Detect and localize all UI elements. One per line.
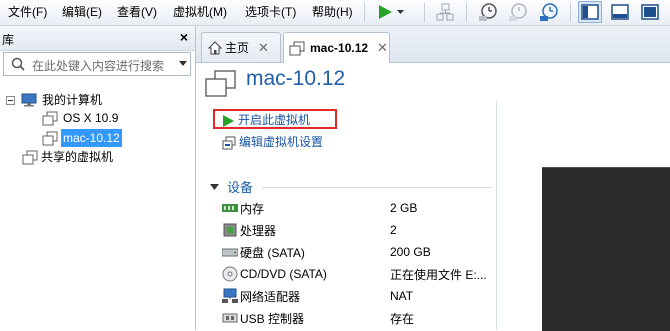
vm-icon (42, 131, 58, 145)
tree-label-mac-10-12: mac-10.12 (61, 129, 122, 147)
close-icon[interactable]: × (180, 29, 188, 45)
library-panel: 库 × 在此处键入内容进行搜索 我的计算机 OS X 10.9 mac-10.1… (0, 26, 196, 330)
revert-snapshot-button[interactable] (506, 2, 530, 22)
column-divider (496, 101, 497, 330)
tree-item-osx-10-9[interactable]: OS X 10.9 (42, 109, 118, 127)
menubar: 文件(F) 编辑(E) 查看(V) 虚拟机(M) 选项卡(T) 帮助(H) (0, 0, 670, 26)
network-icon (222, 288, 238, 303)
edit-settings-label: 编辑虚拟机设置 (239, 135, 324, 149)
device-row-network[interactable]: 网络适配器 NAT (222, 285, 492, 307)
vm-large-icon (205, 70, 236, 97)
section-divider (262, 187, 492, 188)
toolbar-separator (466, 3, 467, 22)
device-name: 硬盘 (SATA) (240, 245, 305, 260)
home-icon (208, 40, 222, 54)
cdrom-icon (222, 266, 238, 282)
vm-preview-thumbnail[interactable] (542, 167, 670, 331)
edit-settings-link[interactable]: 编辑虚拟机设置 (222, 134, 323, 151)
device-name: 网络适配器 (240, 289, 301, 304)
snapshot-manager-button[interactable] (537, 2, 561, 22)
device-name: USB 控制器 (240, 311, 305, 326)
play-icon (379, 5, 404, 19)
menu-help[interactable]: 帮助(H) (310, 4, 355, 20)
thumbnail-bar-button[interactable] (608, 2, 632, 22)
close-icon[interactable]: ✕ (258, 40, 269, 56)
tab-home[interactable]: 主页 ✕ (201, 32, 281, 62)
device-row-cdrom[interactable]: CD/DVD (SATA) 正在使用文件 E:... (222, 263, 492, 285)
device-value: 正在使用文件 E:... (390, 267, 487, 282)
send-ctrl-alt-del-button[interactable] (434, 2, 456, 22)
device-value: 存在 (390, 311, 415, 326)
menu-vm[interactable]: 虚拟机(M) (171, 4, 229, 20)
device-value: NAT (390, 289, 414, 303)
tab-strip: 主页 ✕ mac-10.12 ✕ (196, 26, 670, 63)
toolbar-separator (364, 3, 365, 22)
device-name: 内存 (240, 201, 265, 216)
hdd-icon (222, 248, 238, 257)
shared-vm-icon (22, 150, 38, 164)
library-view-icon (581, 4, 599, 20)
revert-clock-icon (509, 3, 527, 21)
library-title: 库 (2, 33, 15, 47)
device-value: 2 (390, 223, 397, 237)
computer-icon (21, 93, 37, 107)
vm-summary: mac-10.12 开启此虚拟机 编辑虚拟机设置 设备 内存 2 GB 处理器 … (196, 63, 670, 331)
search-input[interactable]: 在此处键入内容进行搜索 (3, 52, 191, 76)
devices-section-header[interactable]: 设备 (210, 177, 253, 196)
memory-icon (222, 204, 238, 212)
device-name: 处理器 (240, 223, 277, 238)
tab-mac-10-12[interactable]: mac-10.12 ✕ (283, 32, 390, 63)
search-icon (11, 57, 25, 71)
power-on-label: 开启此虚拟机 (238, 113, 311, 127)
fullscreen-button[interactable] (638, 2, 662, 22)
device-name: CD/DVD (SATA) (240, 267, 327, 281)
tree-item-my-computer[interactable]: 我的计算机 (6, 91, 102, 109)
network-icon (436, 3, 454, 21)
snapshot-button[interactable] (476, 2, 500, 22)
collapse-triangle-icon (210, 183, 219, 190)
play-icon (223, 114, 234, 127)
thumbnail-view-icon (611, 4, 629, 20)
collapse-toggle-icon[interactable] (6, 95, 15, 105)
menu-edit[interactable]: 编辑(E) (60, 4, 104, 20)
tree-item-shared-vms[interactable]: 共享的虚拟机 (22, 148, 113, 166)
device-value: 2 GB (390, 201, 418, 215)
console-view-icon (641, 4, 659, 20)
power-on-button[interactable] (376, 2, 406, 22)
search-placeholder: 在此处键入内容进行搜索 (32, 59, 165, 73)
power-on-link[interactable]: 开启此虚拟机 (222, 112, 310, 129)
vm-icon (42, 111, 58, 125)
tab-mac-label: mac-10.12 (310, 41, 369, 55)
menu-file[interactable]: 文件(F) (6, 4, 49, 20)
device-row-usb[interactable]: USB 控制器 存在 (222, 307, 492, 329)
dropdown-arrow-icon[interactable] (179, 61, 187, 67)
menu-tabs[interactable]: 选项卡(T) (243, 4, 298, 20)
cpu-icon (223, 223, 237, 237)
tab-home-label: 主页 (225, 41, 250, 55)
toolbar-separator (424, 3, 425, 22)
snapshot-clock-icon (479, 3, 497, 21)
menu-view[interactable]: 查看(V) (115, 4, 159, 20)
usb-icon (222, 313, 238, 323)
device-row-memory[interactable]: 内存 2 GB (222, 197, 492, 219)
tree-label-my-computer: 我的计算机 (42, 93, 103, 107)
tree-item-mac-10-12[interactable]: mac-10.12 (42, 129, 122, 147)
library-header: 库 × (0, 26, 195, 51)
tree-label-shared: 共享的虚拟机 (41, 150, 114, 164)
snapshot-manager-icon (540, 3, 558, 21)
settings-icon (222, 136, 236, 149)
toolbar-separator (570, 3, 571, 22)
device-row-cpu[interactable]: 处理器 2 (222, 219, 492, 241)
device-row-hdd[interactable]: 硬盘 (SATA) 200 GB (222, 241, 492, 263)
tree-label-osx-10-9: OS X 10.9 (63, 111, 119, 125)
show-library-button[interactable] (578, 1, 602, 23)
vm-icon (289, 41, 305, 55)
devices-header-label: 设备 (227, 180, 254, 195)
vm-title: mac-10.12 (246, 67, 346, 90)
close-icon[interactable]: ✕ (377, 40, 388, 56)
device-value: 200 GB (390, 245, 431, 259)
